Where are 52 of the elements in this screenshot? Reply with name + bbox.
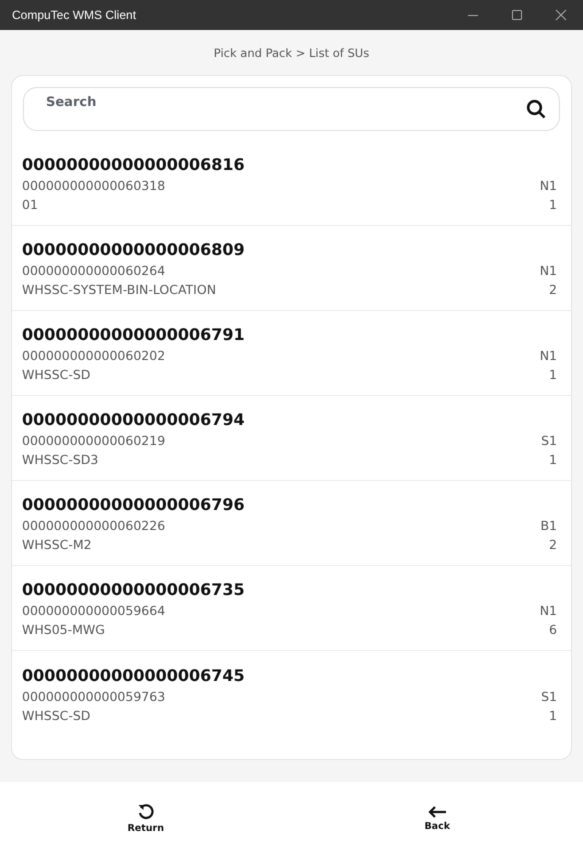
su-list-item[interactable]: 00000000000000006816 000000000000060318 N1 01 1	[12, 141, 571, 226]
su-number: 00000000000000006791	[22, 325, 246, 344]
su-tag: N1	[540, 346, 557, 365]
su-number: 00000000000000006796	[22, 495, 246, 514]
su-count: 1	[549, 366, 557, 384]
su-code: 000000000000060219	[22, 432, 166, 450]
su-tag: N1	[540, 176, 557, 195]
su-code: 000000000000060318	[22, 177, 166, 195]
su-list-item[interactable]: 00000000000000006745 000000000000059763 S1 WHSSC-SD 1	[12, 651, 571, 736]
return-button[interactable]: Return	[0, 782, 292, 855]
su-code: 000000000000060264	[22, 262, 166, 280]
su-list-item[interactable]: 00000000000000006735 000000000000059664 N1 WHS05-MWG 6	[12, 566, 571, 651]
su-code: 000000000000060226	[22, 517, 166, 535]
bin-location: WHSSC-SD	[22, 706, 90, 724]
bin-location: WHSSC-SD3	[22, 451, 98, 469]
su-list-item[interactable]: 00000000000000006791 000000000000060202 N1 WHSSC-SD 1	[12, 311, 571, 396]
bin-location: 01	[22, 196, 38, 214]
su-count: 1	[549, 451, 557, 469]
window-title: CompuTec WMS Client	[12, 8, 138, 22]
back-arrow-icon	[427, 805, 448, 819]
su-tag: N1	[540, 261, 557, 280]
su-tag: S1	[541, 686, 557, 706]
breadcrumb: Pick and Pack > List of SUs	[214, 46, 370, 60]
bin-location: WHSSC-SD	[22, 366, 90, 384]
back-button[interactable]: Back	[292, 782, 583, 855]
su-number: 00000000000000006809	[22, 240, 246, 259]
su-list-item[interactable]: 00000000000000006809 000000000000060264 N1 WHSSC-SYSTEM-BIN-LOCATION 2	[12, 226, 571, 311]
su-count: 1	[549, 706, 557, 724]
su-code: 000000000000059763	[22, 688, 166, 706]
maximize-icon	[511, 9, 523, 21]
su-count: 2	[549, 536, 557, 554]
su-number: 00000000000000006735	[22, 580, 246, 599]
su-number: 00000000000000006794	[22, 410, 246, 429]
refresh-icon	[136, 803, 155, 821]
su-count: 1	[549, 196, 557, 214]
su-count: 2	[549, 281, 557, 299]
su-list-item[interactable]: 00000000000000006796 000000000000060226 B1 WHSSC-M2 2	[12, 481, 571, 566]
su-count: 6	[549, 621, 557, 639]
bin-location: WHSSC-SYSTEM-BIN-LOCATION	[22, 281, 216, 299]
su-number: 00000000000000006816	[22, 155, 246, 174]
search-icon[interactable]	[526, 99, 546, 119]
su-tag: N1	[540, 601, 557, 620]
su-number: 00000000000000006745	[22, 666, 246, 684]
su-tag: B1	[540, 516, 557, 535]
close-icon	[555, 9, 567, 21]
bin-location: WHSSC-M2	[22, 536, 92, 554]
su-tag: S1	[541, 431, 557, 450]
bin-location: WHS05-MWG	[22, 621, 105, 639]
su-list-item[interactable]: 00000000000000006794 000000000000060219 S1 WHSSC-SD3 1	[12, 396, 571, 481]
su-code: 000000000000060202	[22, 347, 166, 365]
su-code: 000000000000059664	[22, 602, 166, 620]
search-field[interactable]: Search	[23, 87, 560, 131]
